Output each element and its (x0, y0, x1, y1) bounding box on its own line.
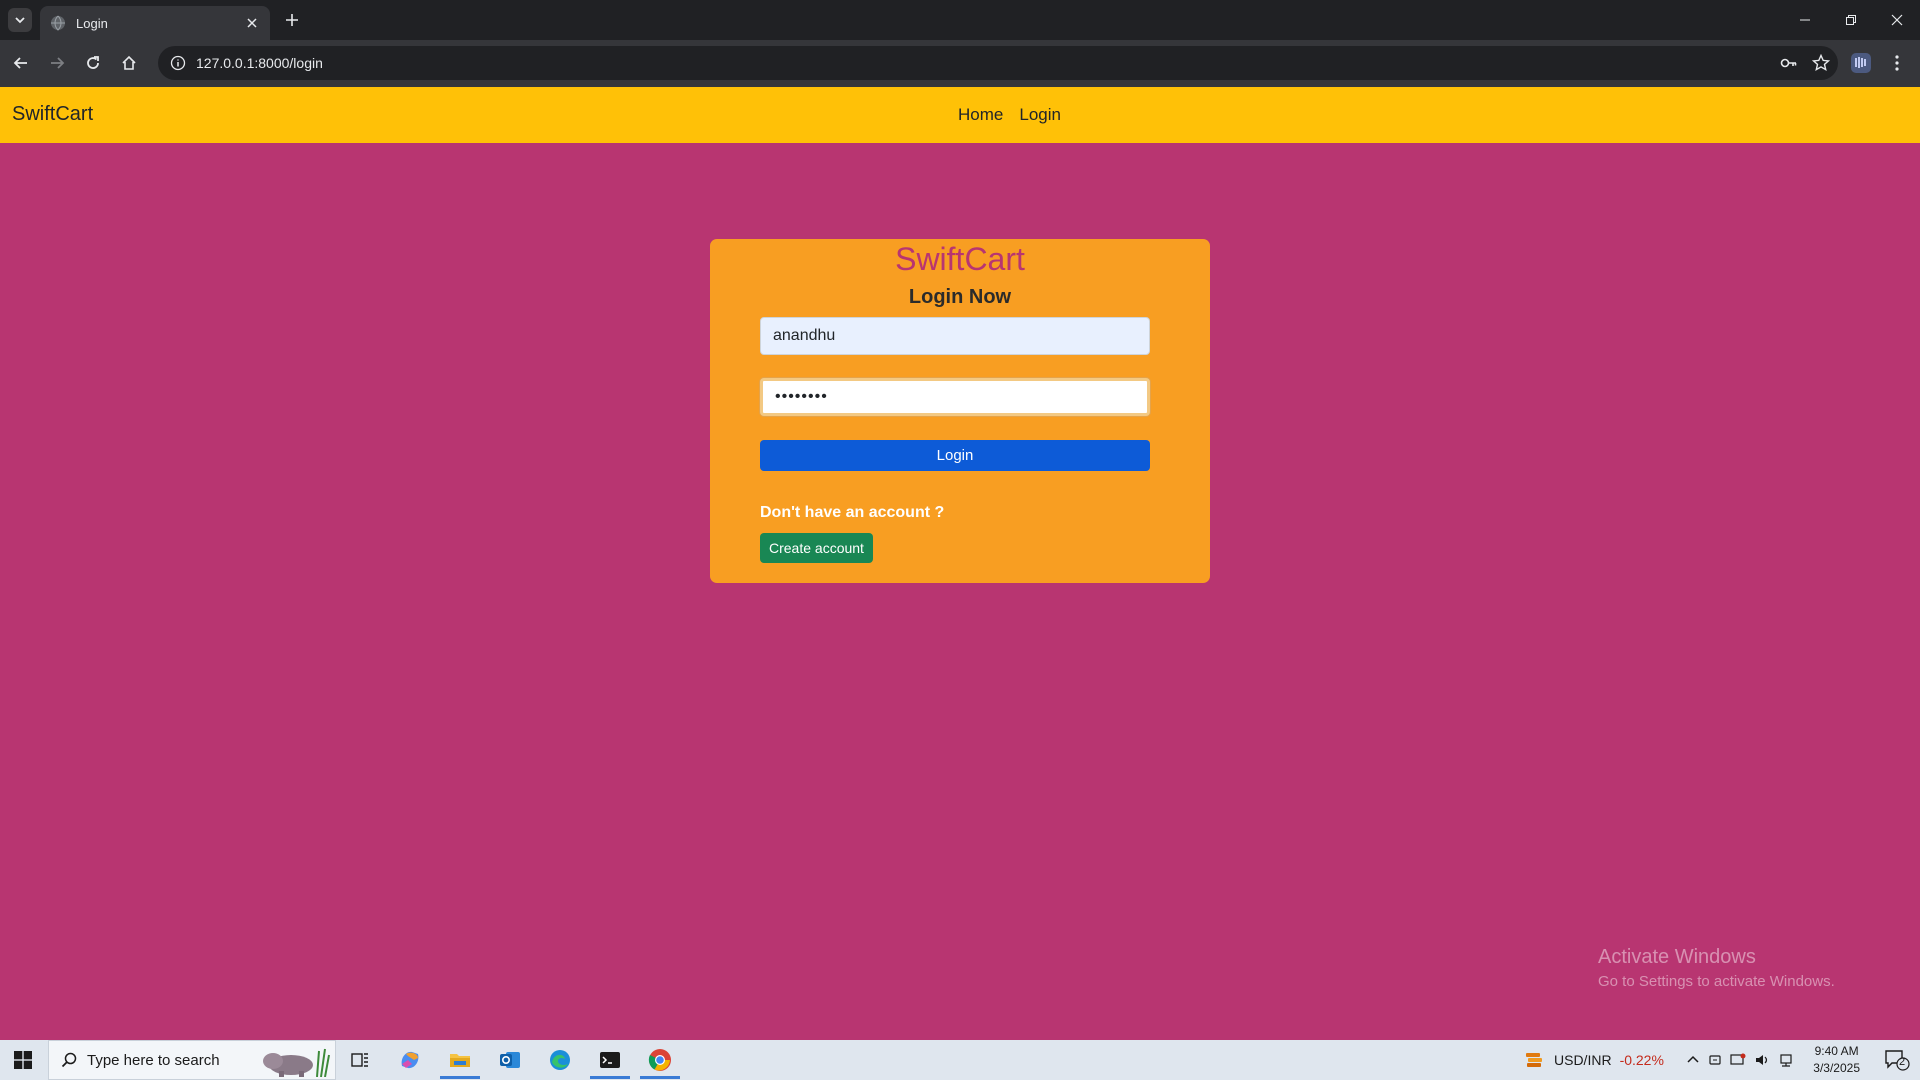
windows-start-icon (14, 1051, 32, 1069)
navbar-links: Home Login (958, 105, 1061, 125)
browser-tab-bar: Login (0, 0, 1920, 40)
no-account-text: Don't have an account ? (760, 504, 945, 521)
password-key-button[interactable] (1780, 54, 1798, 72)
close-window-button[interactable] (1874, 0, 1920, 40)
windows-taskbar: Type here to search USD/INR -0.22% 9:40 … (0, 1040, 1920, 1080)
reload-icon (87, 56, 99, 69)
notification-count: 2 (1899, 1056, 1906, 1068)
taskbar-search-box[interactable]: Type here to search (48, 1040, 336, 1080)
url-text[interactable]: 127.0.0.1:8000/login (196, 55, 323, 71)
tab-close-button[interactable] (244, 15, 260, 31)
username-input[interactable] (760, 317, 1150, 355)
address-bar-actions (1780, 54, 1830, 72)
restore-icon (1846, 15, 1856, 25)
taskbar-app-outlook[interactable] (486, 1040, 534, 1080)
taskbar-app-terminal[interactable] (586, 1040, 634, 1080)
password-input[interactable] (760, 378, 1150, 416)
navbar-brand[interactable]: SwiftCart (12, 103, 93, 126)
start-button[interactable] (0, 1040, 46, 1080)
nav-link-home[interactable]: Home (958, 105, 1003, 125)
forward-arrow-icon (51, 57, 65, 69)
task-view-icon (351, 1053, 368, 1067)
close-icon (247, 18, 257, 28)
search-icon (61, 1052, 77, 1068)
notification-center-button[interactable]: 2 (1884, 1048, 1910, 1072)
taskbar-app-edge[interactable] (536, 1040, 584, 1080)
reload-button[interactable] (82, 52, 104, 74)
bookmark-button[interactable] (1812, 54, 1830, 72)
chrome-icon (648, 1049, 671, 1071)
chevron-up-icon[interactable] (1686, 1053, 1700, 1067)
search-placeholder[interactable]: Type here to search (87, 1052, 220, 1069)
activate-windows-watermark: Activate Windows Go to Settings to activ… (1598, 946, 1835, 990)
meet-now-icon[interactable] (1708, 1053, 1722, 1067)
globe-icon (51, 15, 65, 31)
currency-change: -0.22% (1619, 1052, 1664, 1068)
create-account-button[interactable]: Create account (760, 533, 873, 563)
minimize-icon (1800, 19, 1810, 21)
system-tray (1686, 1040, 1794, 1080)
minimize-button[interactable] (1782, 0, 1828, 40)
terminal-icon (600, 1052, 620, 1068)
new-tab-button[interactable] (282, 10, 302, 30)
watermark-title: Activate Windows (1598, 946, 1756, 968)
login-heading: Login Now (908, 286, 1012, 308)
login-button[interactable]: Login (760, 440, 1150, 471)
currency-widget[interactable]: USD/INR -0.22% (1524, 1040, 1664, 1080)
currency-widget-icon (1526, 1053, 1542, 1067)
extension-button[interactable] (1850, 52, 1872, 74)
taskbar-app-copilot[interactable] (386, 1040, 434, 1080)
watermark-subtitle: Go to Settings to activate Windows. (1598, 973, 1835, 990)
notification-icon (1885, 1050, 1910, 1071)
browser-tab-login[interactable]: Login (40, 6, 270, 40)
nav-link-login[interactable]: Login (1019, 105, 1061, 125)
edge-icon (550, 1050, 570, 1070)
extension-icon (1851, 53, 1871, 73)
clock-time: 9:40 AM (1814, 1044, 1859, 1058)
kebab-menu-icon (1895, 55, 1899, 71)
address-bar[interactable]: 127.0.0.1:8000/login (158, 46, 1838, 80)
login-card: SwiftCart Login Now Login Don't have an … (710, 239, 1210, 583)
close-icon (1891, 14, 1903, 26)
currency-pair: USD/INR (1554, 1052, 1612, 1068)
tab-search-button[interactable] (8, 8, 32, 32)
copilot-icon (401, 1051, 419, 1069)
restore-button[interactable] (1828, 0, 1874, 40)
tab-title: Login (76, 15, 108, 31)
volume-icon[interactable] (1754, 1053, 1770, 1067)
browser-toolbar: 127.0.0.1:8000/login (0, 40, 1920, 87)
key-icon (1780, 58, 1797, 68)
site-navbar: SwiftCart Home Login (0, 87, 1920, 143)
window-controls (1782, 0, 1920, 40)
browser-menu-button[interactable] (1886, 52, 1908, 74)
clock-date: 3/3/2025 (1813, 1061, 1860, 1075)
back-button[interactable] (10, 52, 32, 74)
home-button[interactable] (118, 52, 140, 74)
back-arrow-icon (13, 57, 27, 69)
network-alert-icon[interactable] (1730, 1053, 1746, 1067)
task-view-button[interactable] (336, 1040, 384, 1080)
outlook-icon (500, 1052, 520, 1068)
forward-button[interactable] (46, 52, 68, 74)
info-icon[interactable] (170, 55, 186, 71)
star-icon (1812, 54, 1830, 72)
hippo-illustration-icon (263, 1048, 330, 1077)
taskbar-clock[interactable]: 9:40 AM 3/3/2025 (1813, 1043, 1860, 1077)
taskbar-app-file-explorer[interactable] (436, 1040, 484, 1080)
home-icon (122, 55, 136, 70)
card-brand-title: SwiftCart (895, 241, 1025, 277)
taskbar-app-chrome[interactable] (636, 1040, 684, 1080)
file-explorer-icon (450, 1054, 470, 1067)
network-icon[interactable] (1778, 1053, 1794, 1067)
plus-icon (286, 14, 298, 26)
chevron-down-icon (15, 17, 25, 24)
